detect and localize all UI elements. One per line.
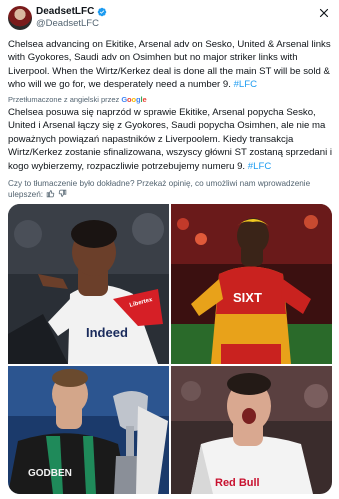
- svg-text:GODBEN: GODBEN: [28, 468, 72, 479]
- photo-player-trophy[interactable]: GODBEN: [8, 366, 169, 494]
- google-logo: Google: [121, 95, 147, 104]
- photo-player-galatasaray[interactable]: SIXT: [171, 204, 332, 364]
- thumbs-up-icon[interactable]: [46, 189, 55, 198]
- tweet-body: Chelsea advancing on Ekitike, Arsenal ad…: [8, 39, 331, 91]
- svg-text:Indeed: Indeed: [86, 325, 128, 340]
- user-handle[interactable]: @DeadsetLFC: [36, 18, 99, 30]
- translation-attribution: Przetłumaczone z angielski przez Google: [8, 95, 147, 105]
- avatar[interactable]: [8, 6, 32, 30]
- tweet-text: Chelsea advancing on Ekitike, Arsenal ad…: [8, 38, 332, 92]
- media-grid: Indeed Libertex SIXT GODBEN Red Bull: [8, 204, 332, 494]
- thumbs-down-icon[interactable]: [58, 189, 67, 198]
- name-row: DeadsetLFC: [36, 6, 107, 18]
- hashtag-link[interactable]: #LFC: [234, 79, 257, 90]
- close-icon[interactable]: [317, 6, 331, 20]
- translated-hashtag-link[interactable]: #LFC: [248, 161, 271, 172]
- photo-player-eintracht[interactable]: Indeed Libertex: [8, 204, 169, 364]
- verified-badge-icon: [98, 7, 107, 17]
- tweet-header: DeadsetLFC @DeadsetLFC: [8, 6, 331, 34]
- svg-text:SIXT: SIXT: [233, 290, 262, 305]
- translated-text: Chelsea posuwa się naprzód w sprawie Eki…: [8, 106, 332, 173]
- translated-body: Chelsea posuwa się naprzód w sprawie Eki…: [8, 107, 333, 172]
- photo-player-leipzig[interactable]: Red Bull: [171, 366, 332, 494]
- display-name[interactable]: DeadsetLFC: [36, 6, 94, 18]
- translation-feedback: Czy to tłumaczenie było dokładne? Przeka…: [8, 178, 328, 200]
- translation-label: Przetłumaczone z angielski przez: [8, 95, 120, 104]
- svg-text:Red Bull: Red Bull: [215, 477, 260, 489]
